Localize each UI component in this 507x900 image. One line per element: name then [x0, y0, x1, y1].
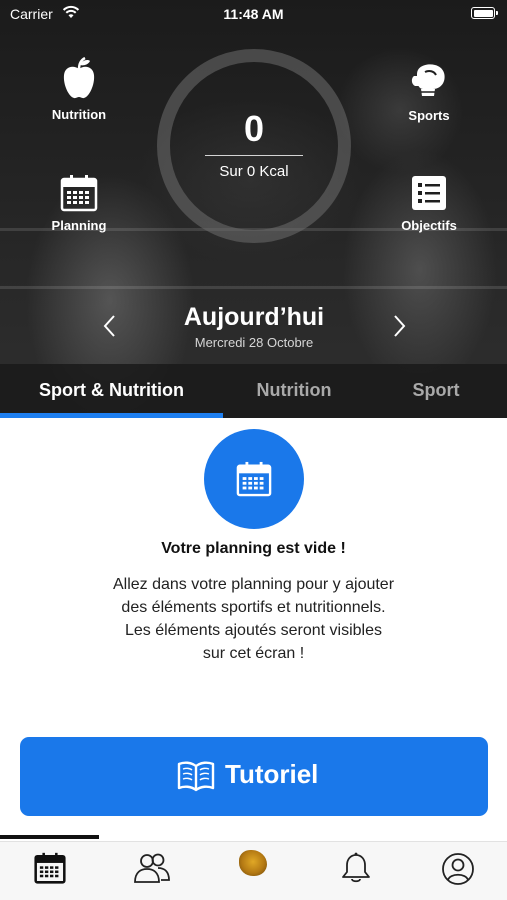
empty-state-line: Allez dans votre planning pour y ajouter: [112, 576, 395, 593]
sports-label: Sports: [408, 108, 450, 123]
tabbar-brand-logo[interactable]: [230, 850, 276, 894]
scroll-indicator: [0, 835, 99, 839]
tabbar-profile[interactable]: [438, 852, 478, 892]
apple-icon: [63, 57, 95, 99]
brand-logo-icon: [239, 850, 267, 876]
boxing-glove-icon: [411, 64, 445, 96]
empty-state-badge: [204, 429, 304, 529]
planning-shortcut[interactable]: Planning: [24, 174, 134, 233]
users-icon: [134, 853, 170, 883]
calendar-icon: [60, 175, 98, 212]
bell-icon: [342, 852, 370, 883]
nutrition-label: Nutrition: [51, 107, 107, 122]
status-bar: Carrier 11:48 AM: [0, 0, 507, 28]
empty-state-message: Allez dans votre planning pour y ajouter…: [40, 573, 467, 665]
calendar-icon: [236, 461, 272, 497]
status-time: 11:48 AM: [223, 6, 284, 22]
next-day-button[interactable]: [387, 312, 411, 340]
tab-nutrition[interactable]: Nutrition: [223, 364, 365, 418]
date-title: Aujourd’hui: [183, 303, 325, 331]
tutorial-button[interactable]: Tutoriel: [20, 737, 488, 816]
nutrition-shortcut[interactable]: Nutrition: [24, 57, 134, 122]
empty-state-line: Les éléments ajoutés seront visibles: [124, 622, 383, 639]
objectifs-label: Objectifs: [401, 218, 457, 233]
calendar-icon: [34, 852, 66, 884]
tabbar-planning[interactable]: [30, 852, 70, 892]
tab-sport-nutrition[interactable]: Sport & Nutrition: [0, 364, 223, 418]
book-icon: [177, 761, 215, 792]
calorie-value: 0: [243, 108, 265, 149]
tabbar-community[interactable]: [132, 852, 172, 892]
calorie-goal: Sur 0 Kcal: [219, 163, 289, 180]
empty-state-line: sur cet écran !: [202, 645, 305, 662]
previous-day-button[interactable]: [98, 312, 122, 340]
battery-icon: [471, 7, 498, 19]
calorie-divider: [205, 155, 303, 156]
active-tab-indicator: [0, 413, 223, 418]
bottom-tab-bar: [0, 841, 507, 900]
sports-shortcut[interactable]: Sports: [374, 62, 484, 123]
date-subtitle: Mercredi 28 Octobre: [194, 335, 314, 350]
tab-sport[interactable]: Sport: [365, 364, 507, 418]
chevron-right-icon: [394, 315, 406, 337]
ring-rope: [0, 286, 507, 289]
tabbar-notifications[interactable]: [336, 852, 376, 892]
profile-icon: [442, 853, 474, 885]
empty-state-title: Votre planning est vide !: [161, 540, 346, 557]
checklist-icon: [412, 176, 446, 210]
objectifs-shortcut[interactable]: Objectifs: [374, 174, 484, 233]
segment-tabs: Sport & Nutrition Nutrition Sport: [0, 364, 507, 418]
empty-state-line: des éléments sportifs et nutritionnels.: [121, 599, 386, 616]
chevron-left-icon: [103, 315, 115, 337]
tutorial-label: Tutoriel: [225, 759, 319, 789]
planning-label: Planning: [51, 218, 107, 233]
